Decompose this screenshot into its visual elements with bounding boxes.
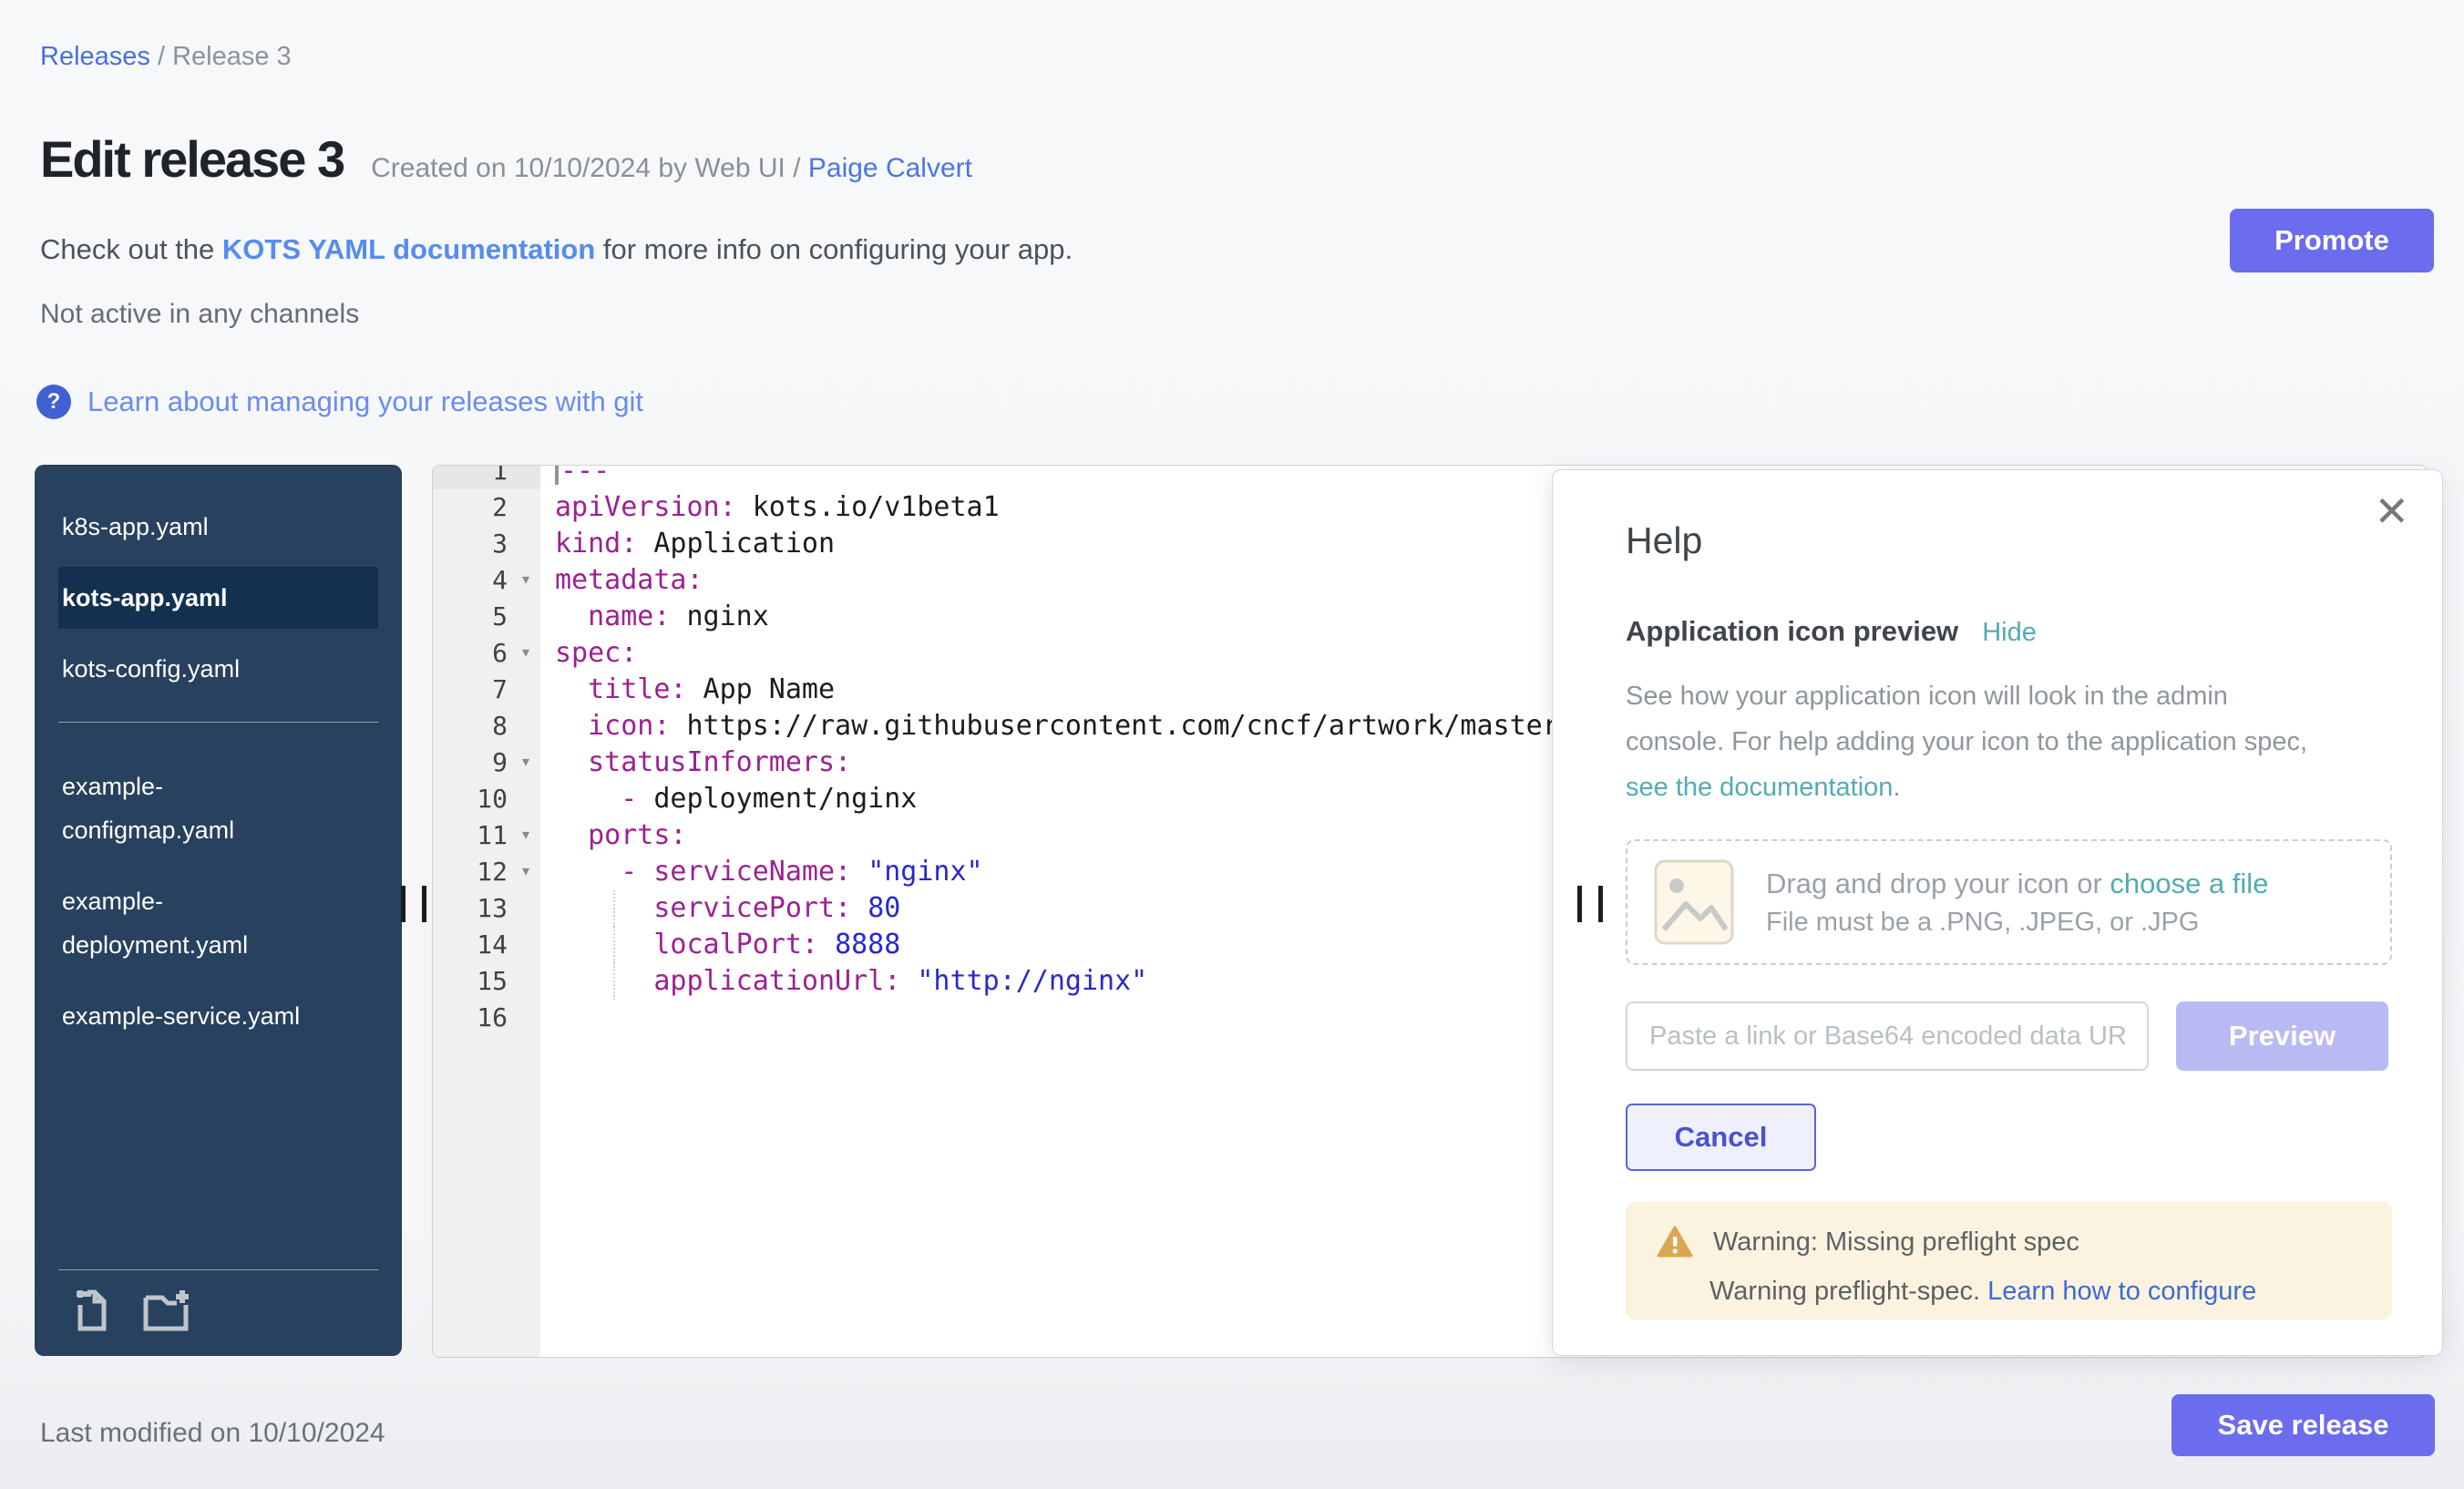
line-number: 15 (433, 963, 511, 1000)
title-row: Edit release 3 Created on 10/10/2024 by … (40, 129, 972, 189)
page-title: Edit release 3 (40, 129, 344, 189)
git-help-link[interactable]: Learn about managing your releases with … (87, 385, 643, 418)
line-number: 13 (433, 890, 511, 927)
panel-resize-handle-left[interactable] (401, 886, 426, 922)
fold-spacer (511, 526, 540, 562)
new-file-icon[interactable] (73, 1289, 115, 1334)
icon-url-input[interactable] (1626, 1001, 2149, 1071)
icon-url-row: Preview (1626, 1001, 2392, 1071)
fold-spacer (511, 781, 540, 817)
fold-arrow-icon[interactable]: ▾ (511, 744, 540, 781)
warning-title: Warning: Missing preflight spec (1713, 1227, 2079, 1258)
preflight-warning-box: Warning: Missing preflight spec Warning … (1626, 1202, 2392, 1320)
warning-configure-link[interactable]: Learn how to configure (1987, 1277, 2256, 1306)
promote-button[interactable]: Promote (2230, 209, 2434, 272)
channel-status: Not active in any channels (40, 299, 359, 330)
file-tab-example-deployment.yaml[interactable]: example-deployment.yaml (58, 870, 378, 976)
line-number: 8 (433, 708, 511, 744)
icon-dropzone[interactable]: Drag and drop your icon or choose a file… (1626, 839, 2392, 965)
close-icon[interactable]: ✕ (2374, 490, 2409, 532)
cancel-button[interactable]: Cancel (1626, 1104, 1816, 1171)
line-number: 14 (433, 927, 511, 963)
icon-preview-section: Application icon preview Hide (1626, 615, 2392, 648)
section-title: Application icon preview (1626, 615, 1958, 648)
text-cursor (555, 465, 559, 485)
file-tab-label: example-deployment.yaml (62, 879, 310, 967)
file-group-divider (58, 722, 378, 723)
line-number: 5 (433, 599, 511, 635)
fold-arrow-icon[interactable]: ▾ (511, 635, 540, 672)
doc-line: Check out the KOTS YAML documentation fo… (40, 233, 1073, 266)
line-number: 3 (433, 526, 511, 562)
created-by-link[interactable]: Paige Calvert (808, 153, 972, 183)
fold-spacer (511, 963, 540, 1000)
file-list: k8s-app.yaml kots-app.yaml kots-config.yam… (35, 496, 402, 1047)
warning-icon (1657, 1226, 1693, 1258)
dropzone-text: Drag and drop your icon or choose a file… (1766, 868, 2268, 938)
breadcrumb: Releases / Release 3 (40, 42, 292, 72)
fold-arrow-icon[interactable]: ▾ (511, 562, 540, 599)
panel-resize-handle-right[interactable] (1577, 886, 1603, 922)
help-title: Help (1626, 519, 2392, 562)
fold-spacer (511, 708, 540, 744)
line-number: 11 (433, 817, 511, 854)
file-tab-label: kots-config.yaml (62, 647, 310, 691)
created-line: Created on 10/10/2024 by Web UI / Paige … (371, 153, 972, 184)
fold-spacer (511, 489, 540, 526)
file-tab-example-configmap.yaml[interactable]: example-configmap.yaml (58, 755, 378, 861)
fold-arrow-icon[interactable]: ▾ (511, 817, 540, 854)
line-number: 12 (433, 854, 511, 890)
upload-file-icon[interactable] (142, 1289, 193, 1334)
git-help-row: ? Learn about managing your releases wit… (36, 385, 643, 419)
help-panel: ✕ Help Application icon preview Hide See… (1552, 469, 2443, 1356)
fold-spacer (511, 465, 540, 489)
see-documentation-link[interactable]: see the documentation (1626, 773, 1893, 802)
line-number: 4 (433, 562, 511, 599)
save-release-button[interactable]: Save release (2171, 1394, 2435, 1456)
file-tab-k8s-app.yaml[interactable]: k8s-app.yaml (58, 496, 378, 558)
dropzone-hint: File must be a .PNG, .JPEG, or .JPG (1766, 908, 2268, 938)
file-tab-label: example-configmap.yaml (62, 765, 310, 852)
line-number: 6 (433, 635, 511, 672)
breadcrumb-current: Release 3 (172, 42, 292, 71)
file-tab-kots-config.yaml[interactable]: kots-config.yaml (58, 638, 378, 700)
line-number: 9 (433, 744, 511, 781)
file-tab-example-service.yaml[interactable]: example-service.yaml (58, 985, 378, 1047)
breadcrumb-separator: / (158, 42, 172, 71)
file-tab-label: k8s-app.yaml (62, 505, 310, 549)
line-number: 1 (433, 465, 511, 489)
last-modified: Last modified on 10/10/2024 (40, 1418, 385, 1449)
help-description: See how your application icon will look … (1626, 673, 2392, 810)
fold-arrow-icon[interactable]: ▾ (511, 854, 540, 890)
fold-spacer (511, 927, 540, 963)
file-tab-label: kots-app.yaml (62, 576, 310, 620)
file-sidebar: k8s-app.yaml kots-app.yaml kots-config.yam… (35, 465, 402, 1356)
line-number: 10 (433, 781, 511, 817)
hide-link[interactable]: Hide (1982, 618, 2037, 648)
fold-spacer (511, 672, 540, 708)
line-number: 2 (433, 489, 511, 526)
question-icon: ? (36, 385, 71, 419)
image-placeholder-icon (1653, 858, 1735, 946)
line-number: 7 (433, 672, 511, 708)
file-tab-label: example-service.yaml (62, 994, 310, 1038)
fold-spacer (511, 599, 540, 635)
choose-file-link[interactable]: choose a file (2110, 868, 2268, 899)
file-tab-kots-app.yaml[interactable]: kots-app.yaml (58, 567, 378, 629)
warning-body: Warning preflight-spec. Learn how to con… (1709, 1277, 2361, 1307)
preview-button[interactable]: Preview (2176, 1001, 2388, 1071)
fold-spacer (511, 1000, 540, 1036)
breadcrumb-releases-link[interactable]: Releases (40, 42, 150, 71)
fold-spacer (511, 890, 540, 927)
sidebar-footer (58, 1269, 378, 1343)
line-number: 16 (433, 1000, 511, 1036)
kots-yaml-doc-link[interactable]: KOTS YAML documentation (222, 233, 595, 265)
